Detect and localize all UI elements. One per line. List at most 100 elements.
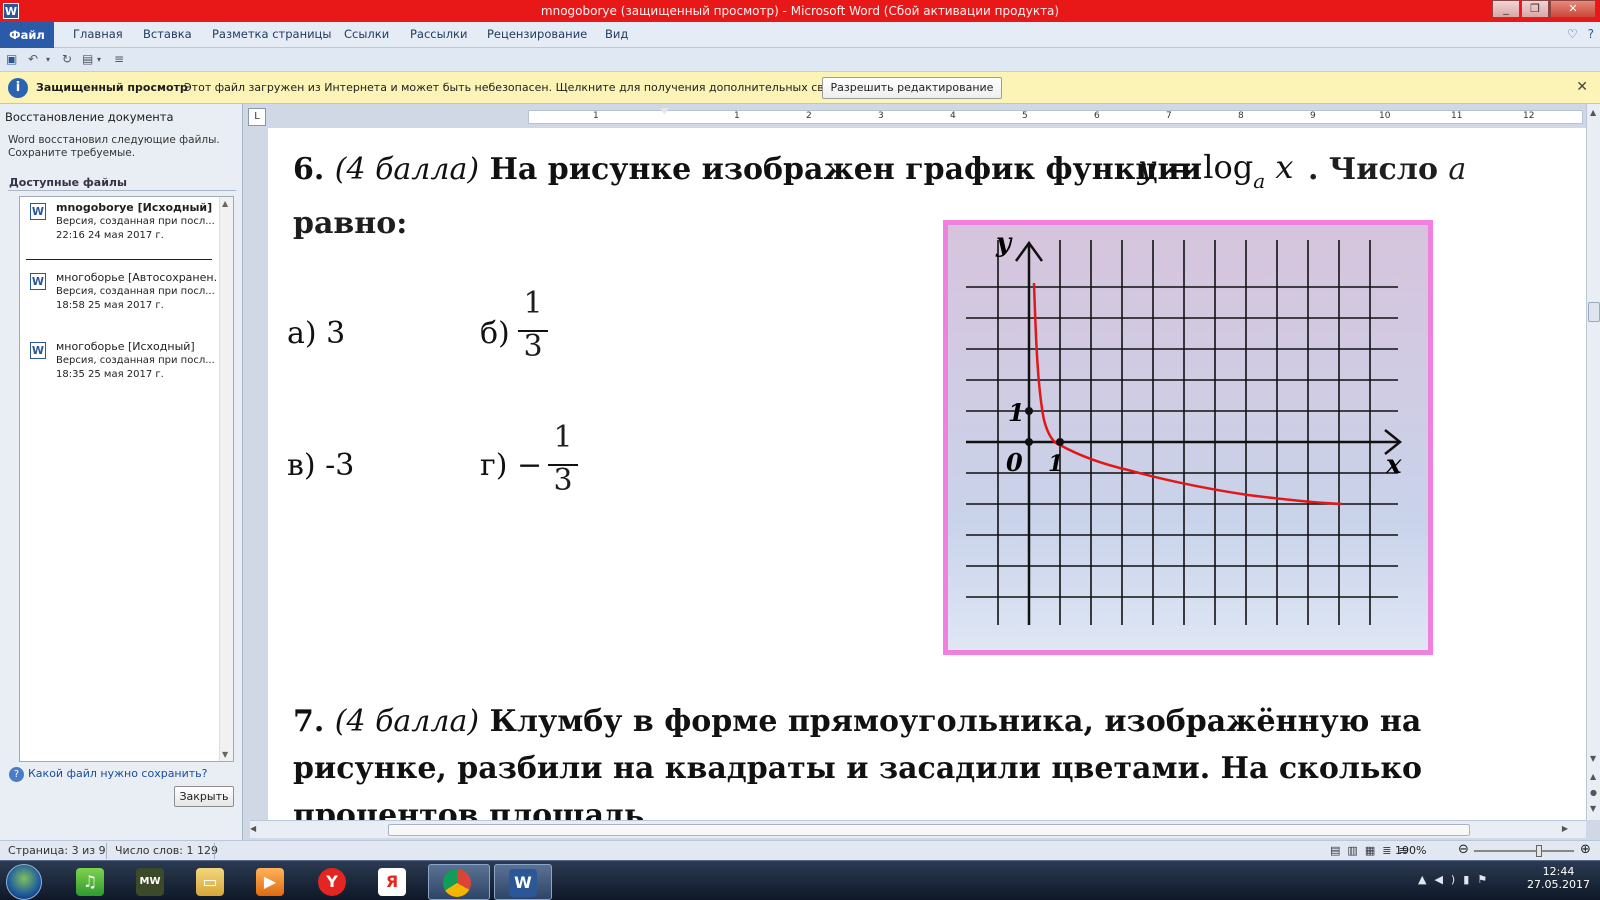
function-graph: y x 0 1 1 — [943, 220, 1433, 655]
zoom-in-icon[interactable]: ⊕ — [1580, 842, 1591, 857]
divider — [214, 843, 215, 859]
close-pane-button[interactable]: Закрыть — [174, 786, 234, 807]
tab-view[interactable]: Вид — [605, 27, 628, 41]
horizontal-ruler[interactable]: 1 1 2 3 4 5 6 7 8 9 10 11 12 — [528, 110, 1583, 124]
ruler-number: 11 — [1451, 111, 1463, 121]
enable-editing-button[interactable]: Разрешить редактирование — [822, 77, 1002, 99]
zoom-slider[interactable] — [1474, 845, 1574, 857]
vertical-scrollbar[interactable]: ▲ ▼ ▲ ● ▼ — [1586, 104, 1600, 820]
tray-expand-icon[interactable]: ▲ — [1418, 873, 1434, 886]
yandex-icon: Y — [318, 868, 346, 896]
word-count[interactable]: Число слов: 1 129 — [115, 844, 218, 857]
network-icon[interactable]: ▮ — [1463, 873, 1477, 886]
taskbar-app-media[interactable]: ▶ — [242, 864, 298, 900]
minimize-button[interactable]: _ — [1492, 0, 1520, 18]
print-layout-icon[interactable]: ▤ — [1330, 844, 1347, 857]
file-list-scrollbar[interactable]: ▲ ▼ — [219, 197, 233, 761]
tab-insert[interactable]: Вставка — [143, 27, 192, 41]
close-bar-icon[interactable]: ✕ — [1576, 79, 1588, 95]
full-screen-reading-icon[interactable]: ▥ — [1347, 844, 1364, 857]
help-icon[interactable]: ? — [1588, 27, 1594, 41]
zoom-out-icon[interactable]: ⊖ — [1458, 842, 1469, 857]
save-icon[interactable]: ▣ — [6, 52, 17, 66]
origin-label: 0 — [1006, 448, 1023, 477]
formula-y: y — [1138, 148, 1157, 186]
scroll-right-icon[interactable]: ▶ — [1562, 824, 1568, 833]
recovered-file-item[interactable]: W многоборье [Исходный] Версия, созданна… — [20, 338, 218, 398]
point-0-1 — [1025, 407, 1033, 415]
browse-object-icon[interactable]: ● — [1590, 788, 1597, 797]
taskbar-app-word[interactable]: W — [494, 864, 552, 900]
zoom-level[interactable]: 190% — [1395, 844, 1426, 857]
maximize-button[interactable]: ❐ — [1521, 0, 1549, 18]
option-d-label: г) − — [480, 448, 543, 483]
taskbar-app-chrome[interactable] — [428, 864, 490, 900]
log-formula: y = loga x — [1138, 148, 1293, 193]
ruler-number: 7 — [1166, 111, 1172, 121]
document-page[interactable]: 6. (4 балла) На рисунке изображен график… — [268, 128, 1586, 820]
option-d-fraction: 1 3 — [548, 420, 578, 498]
tab-home[interactable]: Главная — [73, 27, 123, 41]
word-doc-icon: W — [30, 203, 46, 220]
scroll-thumb[interactable] — [1588, 302, 1600, 322]
undo-icon[interactable]: ↶ — [28, 52, 38, 66]
file-name: mnogoborye [Исходный] — [56, 201, 213, 214]
page-count[interactable]: Страница: 3 из 9 — [8, 844, 106, 857]
close-window-button[interactable]: ✕ — [1550, 0, 1596, 18]
flag-icon[interactable]: ⚑ — [1477, 873, 1495, 886]
file-name: многоборье [Исходный] — [56, 340, 195, 353]
scroll-up-icon[interactable]: ▲ — [222, 199, 228, 208]
scroll-down-icon[interactable]: ▼ — [1590, 754, 1596, 763]
taskbar-app-explorer[interactable]: ▭ — [182, 864, 238, 900]
prev-page-icon[interactable]: ▲ — [1590, 772, 1596, 781]
ruler-number: 1 — [593, 111, 599, 121]
print-preview-icon[interactable]: ▤ — [82, 52, 93, 66]
web-layout-icon[interactable]: ▦ — [1365, 844, 1382, 857]
redo-icon[interactable]: ↻ — [62, 52, 72, 66]
tab-page-layout[interactable]: Разметка страницы — [212, 27, 331, 41]
help-link[interactable]: ? Какой файл нужно сохранить? — [9, 767, 208, 782]
recovered-file-item[interactable]: W многоборье [Автосохранен... Версия, со… — [20, 269, 218, 329]
log-curve — [1032, 282, 1343, 506]
start-button[interactable] — [6, 864, 42, 900]
clock-date: 27.05.2017 — [1527, 878, 1590, 891]
fraction-denominator: 3 — [553, 463, 573, 498]
volume-icon[interactable]: ◀) — [1434, 873, 1463, 886]
protected-view-message[interactable]: Этот файл загружен из Интернета и может … — [184, 81, 870, 94]
scroll-left-icon[interactable]: ◀ — [250, 824, 256, 833]
scroll-up-icon[interactable]: ▲ — [1590, 108, 1596, 117]
clock[interactable]: 12:44 27.05.2017 — [1527, 865, 1590, 891]
tab-file[interactable]: Файл — [0, 22, 54, 48]
tab-mailings[interactable]: Рассылки — [410, 27, 467, 41]
preview-dropdown-icon[interactable]: ▾ — [97, 55, 101, 64]
ribbon-tabs: Файл Главная Вставка Разметка страницы С… — [0, 22, 1600, 48]
customize-toolbar-icon[interactable]: ≡ — [114, 52, 124, 66]
taskbar-app-yandex-browser[interactable]: Я — [364, 864, 420, 900]
ruler-number: 3 — [878, 111, 884, 121]
zoom-slider-knob[interactable] — [1536, 845, 1542, 857]
tab-references[interactable]: Ссылки — [344, 27, 389, 41]
taskbar-app-nfs[interactable]: MW — [122, 864, 178, 900]
horizontal-scrollbar[interactable]: ◀ ▶ — [250, 820, 1586, 838]
undo-dropdown-icon[interactable]: ▾ — [46, 55, 50, 64]
system-tray: ▲◀)▮⚑ — [1418, 873, 1495, 886]
file-desc: Версия, созданная при посл... — [56, 355, 215, 366]
tab-selector[interactable]: L — [248, 108, 266, 126]
next-page-icon[interactable]: ▼ — [1590, 804, 1596, 813]
ribbon-minimize-icon[interactable]: ♡ — [1567, 27, 1578, 41]
taskbar-app-yandex[interactable]: Y — [304, 864, 360, 900]
tab-review[interactable]: Рецензирование — [487, 27, 587, 41]
folder-icon: ▭ — [196, 868, 224, 896]
graph-svg: y x 0 1 1 — [966, 228, 1403, 625]
option-a: а) 3 — [287, 316, 346, 351]
recovered-file-item[interactable]: W mnogoborye [Исходный] Версия, созданна… — [20, 199, 218, 260]
question-points: (4 балла) — [334, 704, 480, 739]
scroll-down-icon[interactable]: ▼ — [222, 750, 228, 759]
fraction-bar — [548, 464, 578, 466]
indent-marker[interactable] — [660, 108, 669, 128]
taskbar-app-music[interactable]: ♫ — [62, 864, 118, 900]
windows-taskbar: ♫ MW ▭ ▶ Y Я W ▲◀)▮⚑ 12:44 27.05.2017 — [0, 860, 1600, 900]
pane-title: Восстановление документа — [5, 110, 174, 124]
clock-time: 12:44 — [1542, 865, 1575, 878]
scroll-thumb[interactable] — [388, 824, 1470, 836]
